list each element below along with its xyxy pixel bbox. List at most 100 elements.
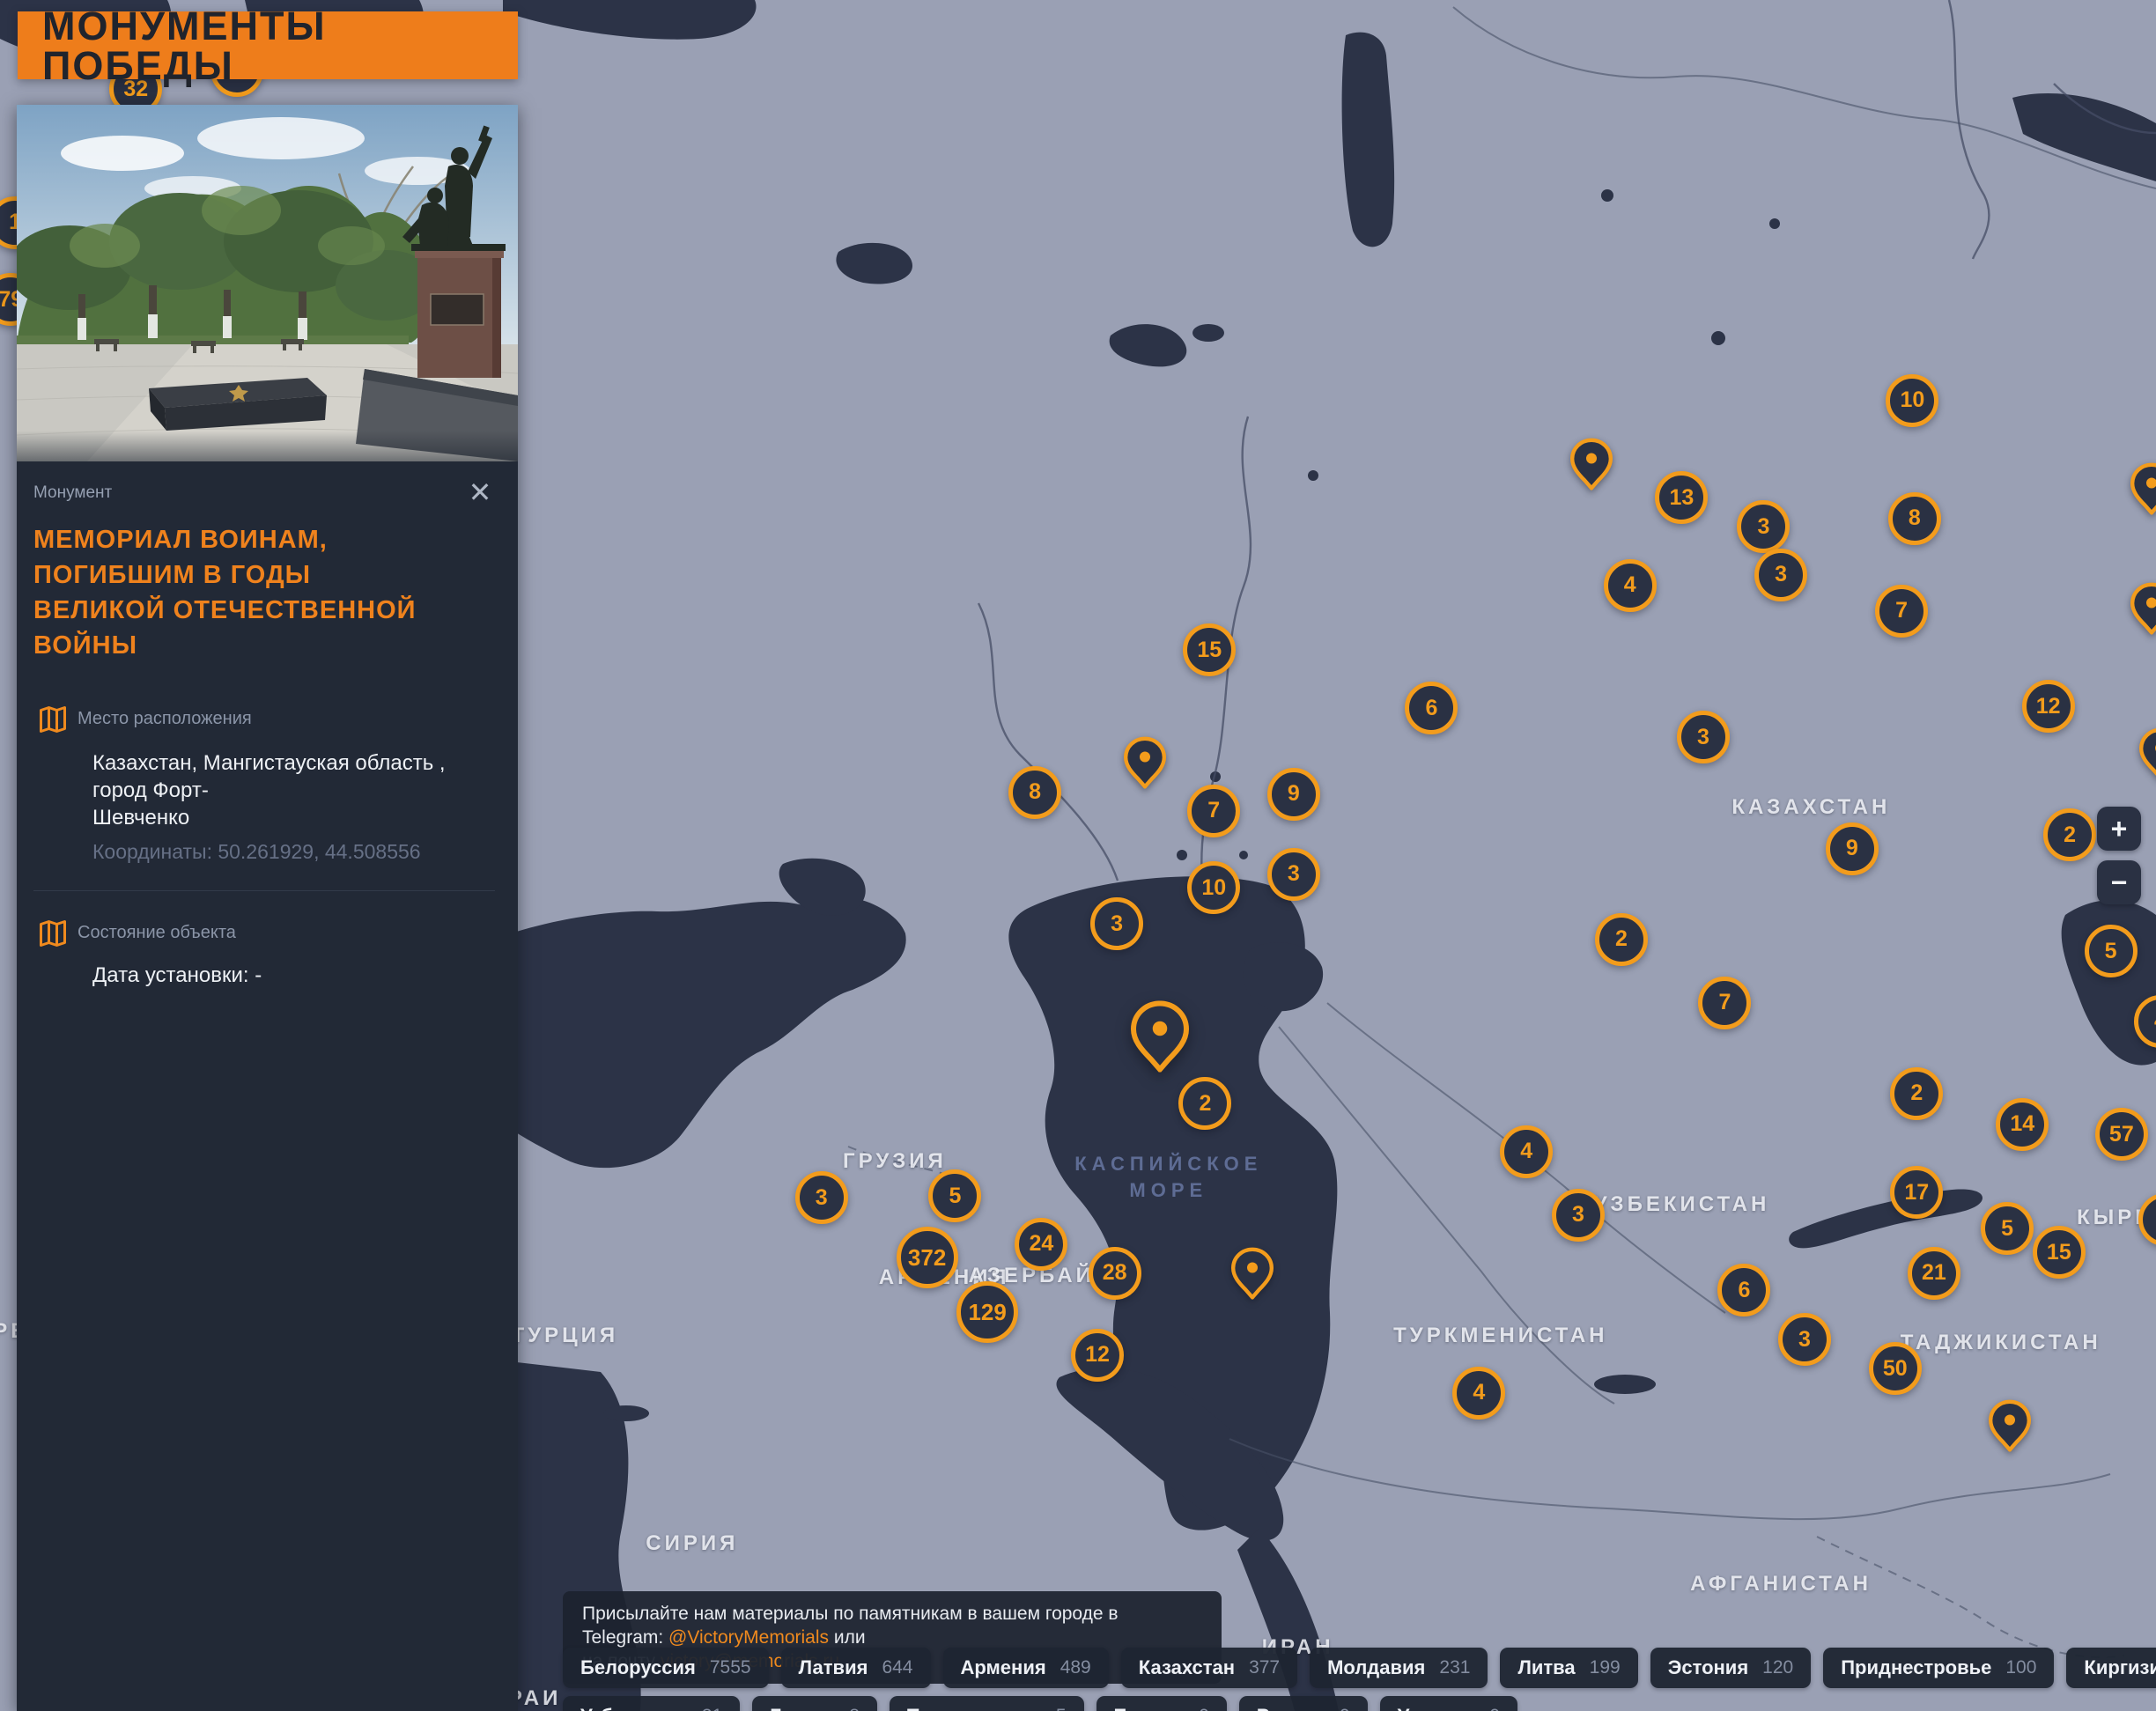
cluster-marker[interactable]: 4 — [1452, 1367, 1505, 1420]
country-chip[interactable]: Латвия644 — [781, 1648, 931, 1688]
location-label: Место расположения — [78, 704, 252, 735]
cluster-marker[interactable]: 9 — [1826, 822, 1879, 875]
country-chip[interactable]: Казахстан377 — [1121, 1648, 1297, 1688]
cluster-marker[interactable]: 2 — [1595, 913, 1648, 966]
cluster-marker[interactable]: 3 — [1677, 711, 1730, 763]
country-chip[interactable]: Молдавия 231 — [1310, 1648, 1488, 1688]
country-chip[interactable]: Узбекистан31 — [563, 1696, 740, 1711]
cluster-marker[interactable]: 3 — [1737, 500, 1790, 553]
country-chip[interactable]: Литва199 — [1500, 1648, 1637, 1688]
location-pin[interactable] — [2130, 582, 2156, 634]
cluster-marker[interactable]: 3 — [1552, 1189, 1605, 1242]
country-chip[interactable]: Приднестровье100 — [1823, 1648, 2054, 1688]
cluster-marker[interactable]: 3 — [1754, 549, 1807, 601]
selected-location-pin[interactable] — [1131, 1001, 1189, 1073]
cluster-marker[interactable]: 8 — [1888, 492, 1941, 545]
cluster-marker[interactable]: 5 — [1981, 1202, 2034, 1255]
country-chip[interactable]: Грузия8 — [752, 1696, 877, 1711]
cluster-count: 2 — [1199, 1091, 1211, 1117]
country-chip-count: 377 — [1249, 1657, 1280, 1678]
location-pin[interactable] — [2130, 462, 2156, 514]
location-pin[interactable] — [2139, 727, 2156, 779]
cluster-count: 3 — [1697, 725, 1709, 750]
country-chip[interactable]: Туркменистан5 — [890, 1696, 1084, 1711]
cluster-marker[interactable]: 5 — [2085, 925, 2138, 977]
cluster-marker[interactable]: 3 — [1090, 897, 1143, 950]
telegram-link[interactable]: @VictoryMemorials — [668, 1627, 829, 1648]
cluster-marker[interactable]: 3 — [1267, 848, 1320, 901]
cluster-marker[interactable]: 7 — [1187, 785, 1240, 837]
cluster-marker[interactable]: 9 — [2138, 1193, 2156, 1246]
zoom-out-button[interactable]: − — [2097, 860, 2141, 904]
cluster-marker[interactable]: 4 — [2134, 995, 2156, 1048]
monument-title-line1: МЕМОРИАЛ ВОИНАМ, ПОГИБШИМ В ГОДЫ — [33, 522, 495, 593]
cluster-marker[interactable]: 13 — [1655, 471, 1708, 524]
cluster-count: 3 — [1798, 1327, 1811, 1353]
cluster-marker[interactable]: 8 — [1008, 766, 1061, 819]
cluster-count: 4 — [1520, 1139, 1532, 1164]
cluster-marker[interactable]: 7 — [1698, 977, 1751, 1029]
cluster-marker[interactable]: 129 — [956, 1281, 1018, 1343]
location-pin[interactable] — [1989, 1400, 2031, 1452]
country-chip[interactable]: Армения489 — [943, 1648, 1109, 1688]
cluster-marker[interactable]: 9 — [1267, 768, 1320, 821]
cluster-count: 12 — [1085, 1342, 1110, 1368]
cluster-count: 2 — [1910, 1080, 1923, 1106]
cluster-marker[interactable]: 4 — [1500, 1125, 1553, 1178]
cluster-marker[interactable]: 24 — [1015, 1218, 1067, 1271]
cluster-marker[interactable]: 21 — [1908, 1247, 1960, 1300]
cluster-marker[interactable]: 12 — [2022, 680, 2075, 733]
monument-photo[interactable] — [17, 105, 518, 461]
cluster-marker[interactable]: 3 — [1778, 1313, 1831, 1366]
location-pin[interactable] — [1231, 1248, 1274, 1300]
location-pin[interactable] — [1124, 736, 1166, 788]
cluster-count: 6 — [1738, 1278, 1750, 1303]
cluster-marker[interactable]: 10 — [1886, 374, 1938, 427]
legend-row-1: Белоруссия7555 Латвия644 Армения489 Казахст… — [563, 1648, 2156, 1688]
country-chip[interactable]: Европа0 — [1096, 1696, 1227, 1711]
cluster-marker[interactable]: 372 — [897, 1227, 958, 1288]
cluster-marker[interactable]: 10 — [1187, 861, 1240, 914]
country-chip-name: Молдавия — [1327, 1656, 1425, 1679]
cluster-count: 13 — [1670, 485, 1695, 511]
cluster-marker[interactable]: 17 — [1890, 1166, 1943, 1219]
cluster-count: 24 — [1029, 1231, 1053, 1257]
zoom-in-button[interactable]: + — [2097, 807, 2141, 851]
cluster-marker[interactable]: 5 — [928, 1169, 981, 1222]
cluster-marker[interactable]: 3 — [795, 1171, 848, 1224]
country-chip[interactable]: Россия0 — [1239, 1696, 1368, 1711]
country-chip-count: 231 — [1439, 1657, 1470, 1678]
map-zoom-controls: + − — [2097, 807, 2141, 904]
location-pin[interactable] — [1570, 439, 1613, 490]
country-chip[interactable]: Киргизия92 — [2066, 1648, 2156, 1688]
cluster-marker[interactable]: 57 — [2095, 1108, 2148, 1161]
cluster-marker[interactable]: 14 — [1996, 1098, 2049, 1151]
cluster-marker[interactable]: 6 — [1717, 1264, 1770, 1316]
cluster-marker[interactable]: 2 — [1890, 1067, 1943, 1120]
map-icon — [37, 704, 69, 735]
monument-title: МЕМОРИАЛ ВОИНАМ, ПОГИБШИМ В ГОДЫ ВЕЛИКОЙ… — [33, 522, 495, 663]
cluster-count: 8 — [1909, 505, 1921, 531]
cluster-count: 21 — [1922, 1260, 1946, 1286]
cluster-marker[interactable]: 15 — [2033, 1226, 2086, 1279]
cluster-marker[interactable]: 7 — [1875, 585, 1928, 638]
cluster-marker[interactable]: 4 — [1604, 559, 1657, 612]
country-chip[interactable]: Белоруссия7555 — [563, 1648, 769, 1688]
country-chip-name: Украина — [1398, 1705, 1476, 1711]
cluster-marker[interactable]: 28 — [1089, 1247, 1141, 1300]
cluster-marker[interactable]: 2 — [1178, 1077, 1231, 1130]
country-chip-count: 644 — [882, 1657, 912, 1678]
monument-details-panel: Монумент ✕ МЕМОРИАЛ ВОИНАМ, ПОГИБШИМ В Г… — [17, 105, 518, 1711]
country-chip[interactable]: Украина0 — [1380, 1696, 1517, 1711]
country-chip[interactable]: Эстония120 — [1650, 1648, 1812, 1688]
monument-type-label: Монумент — [33, 483, 495, 503]
country-chip-count: 489 — [1060, 1657, 1091, 1678]
close-icon[interactable]: ✕ — [465, 477, 495, 507]
cluster-count: 3 — [1111, 911, 1123, 937]
cluster-marker[interactable]: 50 — [1869, 1342, 1922, 1395]
cluster-marker[interactable]: 15 — [1183, 623, 1236, 676]
cluster-marker[interactable]: 12 — [1071, 1329, 1124, 1382]
cluster-marker[interactable]: 2 — [2043, 808, 2096, 861]
country-chip-count: 8 — [849, 1706, 860, 1711]
cluster-marker[interactable]: 6 — [1405, 682, 1458, 734]
